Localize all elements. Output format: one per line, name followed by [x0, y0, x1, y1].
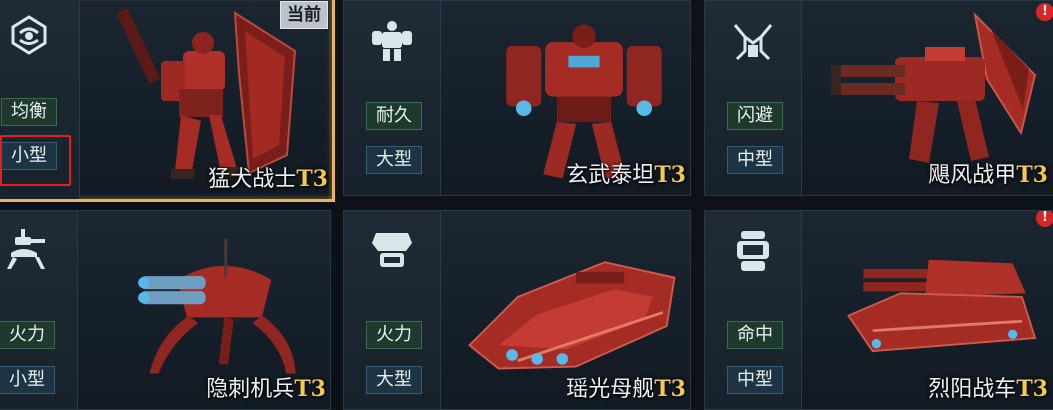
unit-name-text: 飓风战甲	[928, 163, 1017, 188]
durability-class-icon	[372, 21, 412, 61]
unit-card-3[interactable]: 闪避 中型 ! 飓风战甲T3	[704, 0, 1053, 196]
role-tag: 均衡	[1, 98, 57, 126]
tier-label: T3	[1016, 376, 1048, 402]
size-tag: 大型	[366, 366, 422, 394]
unit-card-4[interactable]: 火力 小型 隐刺机兵T3	[0, 210, 331, 410]
unit-name-text: 隐刺机兵	[206, 377, 295, 402]
tier-label: T3	[654, 376, 686, 402]
unit-name-text: 猛犬战士	[208, 167, 297, 192]
size-tag: 小型	[0, 366, 55, 394]
current-badge: 当前	[280, 1, 328, 29]
mothership-image	[468, 261, 676, 370]
unit-name: 瑶光母舰T3	[566, 371, 686, 403]
unit-name: 飓风战甲T3	[928, 157, 1048, 189]
size-tag: 中型	[727, 366, 783, 394]
unit-card-6[interactable]: 命中 中型 ! 烈阳战车T3	[704, 210, 1053, 410]
size-tag: 大型	[366, 146, 422, 174]
tier-label: T3	[294, 376, 326, 402]
unit-name: 隐刺机兵T3	[206, 371, 326, 403]
mech-spider-image	[138, 238, 296, 374]
alert-badge: !	[1036, 3, 1053, 21]
evasion-class-icon	[733, 24, 773, 61]
role-tag: 命中	[727, 321, 783, 349]
unit-card-1[interactable]: 均衡 小型 当前 猛犬战士T3	[0, 0, 335, 202]
unit-card-2[interactable]: 耐久 大型 玄武泰坦T3	[343, 0, 691, 196]
firepower-class-icon	[7, 229, 45, 269]
size-tag: 中型	[727, 146, 783, 174]
size-tag: 小型	[1, 142, 57, 170]
unit-name: 玄武泰坦T3	[566, 157, 686, 189]
tier-label: T3	[296, 166, 328, 192]
role-tag: 火力	[366, 321, 422, 349]
accuracy-class-icon	[737, 231, 769, 271]
unit-name-text: 玄武泰坦	[566, 163, 655, 188]
balanced-class-icon	[11, 15, 47, 55]
tank-image	[846, 259, 1037, 353]
alert-badge: !	[1036, 211, 1053, 227]
unit-name: 猛犬战士T3	[208, 161, 328, 193]
unit-name: 烈阳战车T3	[928, 371, 1048, 403]
unit-name-text: 瑶光母舰	[566, 377, 655, 402]
unit-card-5[interactable]: 火力 大型 瑶光母舰T3	[343, 210, 691, 410]
tier-label: T3	[654, 162, 686, 188]
role-tag: 耐久	[366, 102, 422, 130]
firepower-class-icon	[372, 233, 412, 267]
role-tag: 火力	[0, 321, 55, 349]
tier-label: T3	[1016, 162, 1048, 188]
unit-name-text: 烈阳战车	[928, 377, 1017, 402]
role-tag: 闪避	[727, 102, 783, 130]
